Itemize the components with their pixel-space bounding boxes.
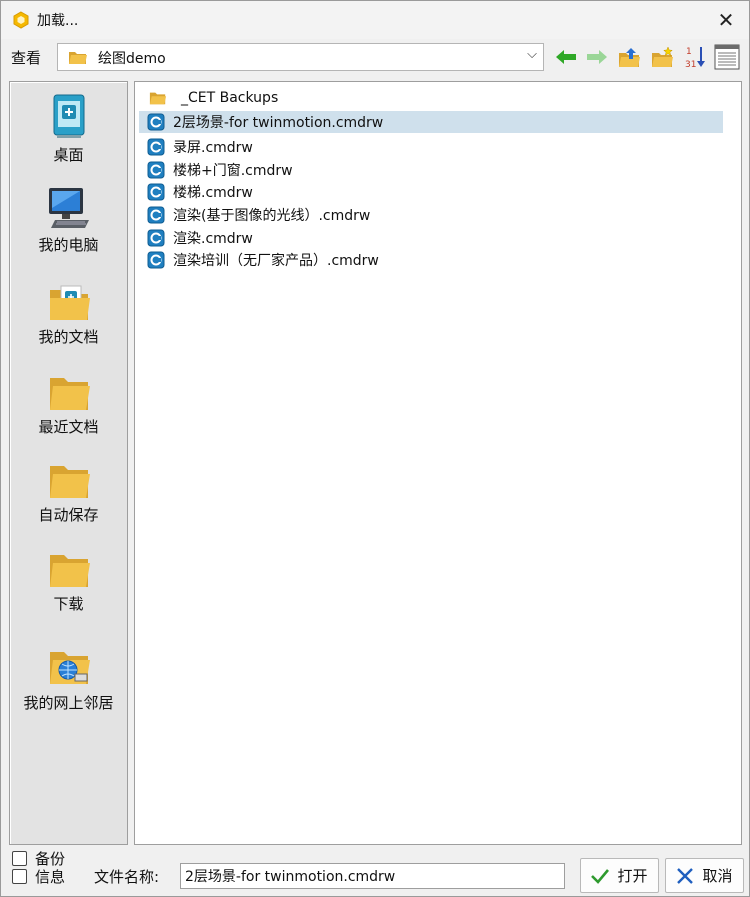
svg-text:1: 1 (686, 47, 692, 57)
backup-checkbox[interactable] (12, 851, 27, 866)
up-folder-icon (619, 48, 640, 67)
close-button[interactable]: ✕ (711, 5, 741, 35)
cmdrw-file-icon (147, 113, 165, 131)
new-folder-icon (652, 46, 673, 67)
file-name: 录屏.cmdrw (173, 140, 253, 156)
hexagon-app-icon (13, 11, 29, 29)
cmdrw-file-icon (147, 138, 165, 156)
list-item-file[interactable]: 楼梯.cmdrw (139, 181, 723, 203)
cmdrw-file-icon (147, 229, 165, 247)
x-icon (677, 867, 694, 884)
folder-icon (49, 378, 90, 410)
place-desktop[interactable]: 桌面 (10, 92, 127, 165)
open-button[interactable]: 打开 (580, 858, 659, 893)
computer-icon (48, 188, 89, 228)
list-item-file[interactable]: 渲染(基于图像的光线）.cmdrw (139, 204, 723, 226)
list-item-folder[interactable]: _CET Backups (139, 87, 723, 109)
cancel-label: 取消 (702, 867, 733, 885)
list-item-file[interactable]: 渲染培训（无厂家产品）.cmdrw (139, 249, 723, 271)
window-title: 加载... (37, 13, 79, 29)
cancel-button[interactable]: 取消 (665, 858, 744, 893)
place-downloads[interactable]: 下载 (10, 549, 127, 614)
places-sidebar: 桌面 我的电脑 我的文档 最近文档 自动保存 下载 我的网上邻居 (9, 81, 128, 845)
forward-arrow-icon (587, 50, 607, 64)
place-recent-documents[interactable]: 最近文档 (10, 372, 127, 437)
forward-button[interactable] (584, 44, 610, 70)
list-item-file[interactable]: 2层场景-for twinmotion.cmdrw (139, 111, 723, 133)
documents-folder-icon (49, 285, 90, 320)
cmdrw-file-icon (147, 161, 165, 179)
filename-label: 文件名称: (94, 868, 160, 886)
look-in-combo[interactable]: 绘图demo ⌵ (57, 43, 544, 71)
cmdrw-file-icon (147, 183, 165, 201)
folder-icon (49, 555, 90, 587)
place-label: 我的网上邻居 (23, 694, 114, 712)
info-checkbox[interactable] (12, 869, 27, 884)
current-folder-text: 绘图demo (98, 51, 166, 67)
back-button[interactable] (553, 44, 579, 70)
desktop-icon (53, 94, 84, 138)
place-label: 下载 (53, 595, 84, 613)
filename-input[interactable] (180, 863, 565, 889)
file-name: 楼梯+门窗.cmdrw (173, 163, 293, 179)
sort-button[interactable]: 1 31 (683, 44, 709, 70)
network-folder-icon (49, 652, 90, 684)
back-arrow-icon (556, 50, 576, 64)
file-name: _CET Backups (181, 90, 279, 106)
sort-icon: 1 31 (685, 47, 705, 70)
up-folder-button[interactable] (616, 44, 642, 70)
look-in-label: 查看 (11, 49, 42, 67)
folder-icon (49, 466, 90, 498)
place-label: 我的文档 (38, 328, 99, 346)
details-view-button[interactable] (714, 44, 740, 70)
place-network[interactable]: 我的网上邻居 (10, 644, 127, 713)
place-label: 自动保存 (38, 506, 99, 524)
file-name: 楼梯.cmdrw (173, 185, 253, 201)
file-name: 渲染培训（无厂家产品）.cmdrw (173, 253, 379, 269)
file-name: 渲染.cmdrw (173, 231, 253, 247)
place-autosave[interactable]: 自动保存 (10, 460, 127, 525)
list-item-file[interactable]: 楼梯+门窗.cmdrw (139, 159, 723, 181)
svg-text:31: 31 (685, 60, 696, 70)
new-folder-button[interactable] (649, 44, 675, 70)
list-item-file[interactable]: 渲染.cmdrw (139, 227, 723, 249)
details-view-icon (714, 44, 740, 70)
checkmark-icon (591, 868, 610, 884)
place-label: 我的电脑 (38, 236, 99, 254)
chevron-down-icon: ⌵ (527, 47, 537, 62)
open-label: 打开 (617, 867, 648, 885)
folder-icon (69, 52, 87, 64)
load-dialog: 加载... ✕ 查看 绘图demo ⌵ 1 31 桌面 我的电脑 我的文档 最近… (0, 0, 750, 897)
file-name: 2层场景-for twinmotion.cmdrw (173, 115, 384, 131)
file-name: 渲染(基于图像的光线）.cmdrw (173, 208, 371, 224)
file-list[interactable]: _CET Backups 2层场景-for twinmotion.cmdrw 录… (134, 81, 742, 845)
cmdrw-file-icon (147, 206, 165, 224)
title-bar: 加载... ✕ (1, 1, 749, 39)
info-label: 信息 (35, 868, 66, 886)
list-item-file[interactable]: 录屏.cmdrw (139, 136, 723, 158)
place-label: 桌面 (53, 146, 84, 164)
cmdrw-file-icon (147, 251, 165, 269)
place-my-computer[interactable]: 我的电脑 (10, 186, 127, 255)
place-label: 最近文档 (38, 418, 99, 436)
folder-icon (149, 92, 167, 105)
place-my-documents[interactable]: 我的文档 (10, 282, 127, 347)
